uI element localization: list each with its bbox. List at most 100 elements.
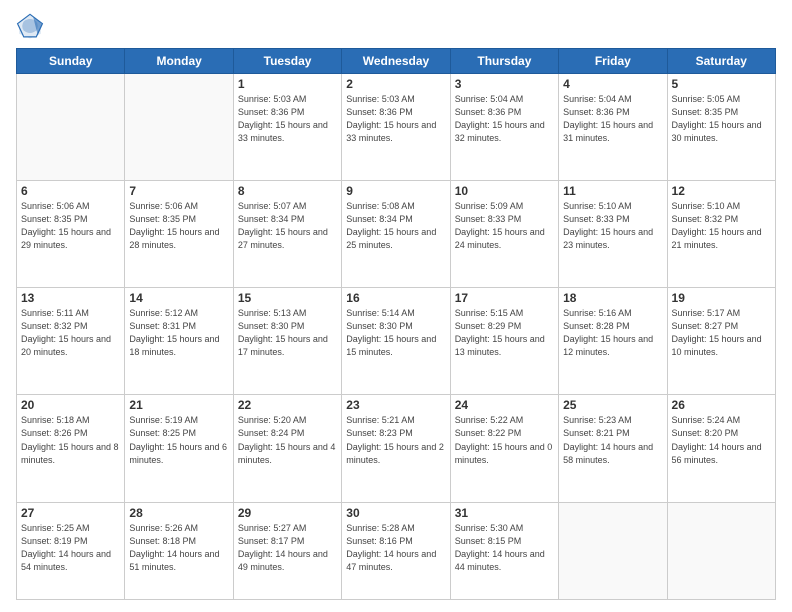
week-row-5: 27 Sunrise: 5:25 AM Sunset: 8:19 PM Dayli… (17, 502, 776, 599)
calendar-cell: 15 Sunrise: 5:13 AM Sunset: 8:30 PM Dayli… (233, 288, 341, 395)
day-info: Sunrise: 5:12 AM Sunset: 8:31 PM Dayligh… (129, 307, 228, 359)
day-info: Sunrise: 5:10 AM Sunset: 8:32 PM Dayligh… (672, 200, 771, 252)
day-header-thursday: Thursday (450, 49, 558, 74)
calendar-cell: 8 Sunrise: 5:07 AM Sunset: 8:34 PM Daylig… (233, 181, 341, 288)
week-row-1: 1Sunrise: 5:03 AM Sunset: 8:36 PM Daylig… (17, 74, 776, 181)
day-number: 4 (563, 77, 662, 91)
day-number: 11 (563, 184, 662, 198)
week-row-2: 6Sunrise: 5:06 AM Sunset: 8:35 PM Daylig… (17, 181, 776, 288)
calendar-cell: 11 Sunrise: 5:10 AM Sunset: 8:33 PM Dayli… (559, 181, 667, 288)
day-number: 8 (238, 184, 337, 198)
day-number: 30 (346, 506, 445, 520)
logo (16, 12, 48, 40)
calendar-cell: 10Sunrise: 5:09 AM Sunset: 8:33 PM Dayli… (450, 181, 558, 288)
day-info: Sunrise: 5:24 AM Sunset: 8:20 PM Dayligh… (672, 414, 771, 466)
day-number: 23 (346, 398, 445, 412)
day-number: 9 (346, 184, 445, 198)
calendar-cell: 13 Sunrise: 5:11 AM Sunset: 8:32 PM Dayli… (17, 288, 125, 395)
calendar-cell: 26 Sunrise: 5:24 AM Sunset: 8:20 PM Dayli… (667, 395, 775, 502)
day-info: Sunrise: 5:10 AM Sunset: 8:33 PM Dayligh… (563, 200, 662, 252)
day-number: 17 (455, 291, 554, 305)
day-number: 13 (21, 291, 120, 305)
day-info: Sunrise: 5:06 AM Sunset: 8:35 PM Dayligh… (129, 200, 228, 252)
calendar-cell: 27 Sunrise: 5:25 AM Sunset: 8:19 PM Dayli… (17, 502, 125, 599)
day-info: Sunrise: 5:13 AM Sunset: 8:30 PM Dayligh… (238, 307, 337, 359)
day-info: Sunrise: 5:30 AM Sunset: 8:15 PM Dayligh… (455, 522, 554, 574)
day-info: Sunrise: 5:03 AM Sunset: 8:36 PM Dayligh… (346, 93, 445, 145)
day-info: Sunrise: 5:21 AM Sunset: 8:23 PM Dayligh… (346, 414, 445, 466)
calendar-cell: 17Sunrise: 5:15 AM Sunset: 8:29 PM Dayli… (450, 288, 558, 395)
day-info: Sunrise: 5:26 AM Sunset: 8:18 PM Dayligh… (129, 522, 228, 574)
calendar-cell: 9 Sunrise: 5:08 AM Sunset: 8:34 PM Daylig… (342, 181, 450, 288)
week-row-3: 13 Sunrise: 5:11 AM Sunset: 8:32 PM Dayli… (17, 288, 776, 395)
calendar-header-row: SundayMondayTuesdayWednesdayThursdayFrid… (17, 49, 776, 74)
calendar-cell: 31 Sunrise: 5:30 AM Sunset: 8:15 PM Dayli… (450, 502, 558, 599)
day-number: 12 (672, 184, 771, 198)
day-number: 16 (346, 291, 445, 305)
day-info: Sunrise: 5:08 AM Sunset: 8:34 PM Dayligh… (346, 200, 445, 252)
calendar-cell: 14 Sunrise: 5:12 AM Sunset: 8:31 PM Dayli… (125, 288, 233, 395)
day-info: Sunrise: 5:19 AM Sunset: 8:25 PM Dayligh… (129, 414, 228, 466)
calendar-cell: 22 Sunrise: 5:20 AM Sunset: 8:24 PM Dayli… (233, 395, 341, 502)
day-info: Sunrise: 5:22 AM Sunset: 8:22 PM Dayligh… (455, 414, 554, 466)
logo-icon (16, 12, 44, 40)
calendar-cell: 28 Sunrise: 5:26 AM Sunset: 8:18 PM Dayli… (125, 502, 233, 599)
day-info: Sunrise: 5:14 AM Sunset: 8:30 PM Dayligh… (346, 307, 445, 359)
calendar-cell: 6Sunrise: 5:06 AM Sunset: 8:35 PM Daylig… (17, 181, 125, 288)
calendar-cell: 7 Sunrise: 5:06 AM Sunset: 8:35 PM Daylig… (125, 181, 233, 288)
calendar-cell: 29 Sunrise: 5:27 AM Sunset: 8:17 PM Dayli… (233, 502, 341, 599)
calendar-cell (17, 74, 125, 181)
calendar-cell (125, 74, 233, 181)
calendar-cell: 1Sunrise: 5:03 AM Sunset: 8:36 PM Daylig… (233, 74, 341, 181)
calendar-cell: 30Sunrise: 5:28 AM Sunset: 8:16 PM Dayli… (342, 502, 450, 599)
day-header-saturday: Saturday (667, 49, 775, 74)
day-info: Sunrise: 5:27 AM Sunset: 8:17 PM Dayligh… (238, 522, 337, 574)
day-info: Sunrise: 5:20 AM Sunset: 8:24 PM Dayligh… (238, 414, 337, 466)
day-number: 28 (129, 506, 228, 520)
week-row-4: 20 Sunrise: 5:18 AM Sunset: 8:26 PM Dayli… (17, 395, 776, 502)
calendar-cell: 4Sunrise: 5:04 AM Sunset: 8:36 PM Daylig… (559, 74, 667, 181)
calendar-cell: 20 Sunrise: 5:18 AM Sunset: 8:26 PM Dayli… (17, 395, 125, 502)
day-info: Sunrise: 5:18 AM Sunset: 8:26 PM Dayligh… (21, 414, 120, 466)
header (16, 12, 776, 40)
calendar-cell: 16 Sunrise: 5:14 AM Sunset: 8:30 PM Dayli… (342, 288, 450, 395)
calendar-cell: 5 Sunrise: 5:05 AM Sunset: 8:35 PM Daylig… (667, 74, 775, 181)
day-number: 31 (455, 506, 554, 520)
day-number: 22 (238, 398, 337, 412)
day-info: Sunrise: 5:07 AM Sunset: 8:34 PM Dayligh… (238, 200, 337, 252)
calendar-cell: 25 Sunrise: 5:23 AM Sunset: 8:21 PM Dayli… (559, 395, 667, 502)
calendar-cell: 23 Sunrise: 5:21 AM Sunset: 8:23 PM Dayli… (342, 395, 450, 502)
day-info: Sunrise: 5:04 AM Sunset: 8:36 PM Dayligh… (455, 93, 554, 145)
calendar-cell: 3 Sunrise: 5:04 AM Sunset: 8:36 PM Daylig… (450, 74, 558, 181)
calendar-cell: 19Sunrise: 5:17 AM Sunset: 8:27 PM Dayli… (667, 288, 775, 395)
calendar-body: 1Sunrise: 5:03 AM Sunset: 8:36 PM Daylig… (17, 74, 776, 600)
calendar-cell (559, 502, 667, 599)
day-number: 7 (129, 184, 228, 198)
day-number: 26 (672, 398, 771, 412)
day-info: Sunrise: 5:03 AM Sunset: 8:36 PM Dayligh… (238, 93, 337, 145)
day-number: 20 (21, 398, 120, 412)
day-number: 24 (455, 398, 554, 412)
day-number: 25 (563, 398, 662, 412)
day-info: Sunrise: 5:25 AM Sunset: 8:19 PM Dayligh… (21, 522, 120, 574)
day-info: Sunrise: 5:06 AM Sunset: 8:35 PM Dayligh… (21, 200, 120, 252)
day-info: Sunrise: 5:16 AM Sunset: 8:28 PM Dayligh… (563, 307, 662, 359)
day-header-sunday: Sunday (17, 49, 125, 74)
day-number: 2 (346, 77, 445, 91)
calendar-cell: 2 Sunrise: 5:03 AM Sunset: 8:36 PM Daylig… (342, 74, 450, 181)
day-info: Sunrise: 5:23 AM Sunset: 8:21 PM Dayligh… (563, 414, 662, 466)
day-number: 10 (455, 184, 554, 198)
calendar-cell: 24 Sunrise: 5:22 AM Sunset: 8:22 PM Dayli… (450, 395, 558, 502)
calendar-cell: 21Sunrise: 5:19 AM Sunset: 8:25 PM Dayli… (125, 395, 233, 502)
day-info: Sunrise: 5:11 AM Sunset: 8:32 PM Dayligh… (21, 307, 120, 359)
day-number: 3 (455, 77, 554, 91)
day-info: Sunrise: 5:05 AM Sunset: 8:35 PM Dayligh… (672, 93, 771, 145)
day-number: 27 (21, 506, 120, 520)
day-number: 18 (563, 291, 662, 305)
day-number: 5 (672, 77, 771, 91)
day-number: 14 (129, 291, 228, 305)
calendar-table: SundayMondayTuesdayWednesdayThursdayFrid… (16, 48, 776, 600)
page: SundayMondayTuesdayWednesdayThursdayFrid… (0, 0, 792, 612)
day-number: 29 (238, 506, 337, 520)
day-number: 15 (238, 291, 337, 305)
